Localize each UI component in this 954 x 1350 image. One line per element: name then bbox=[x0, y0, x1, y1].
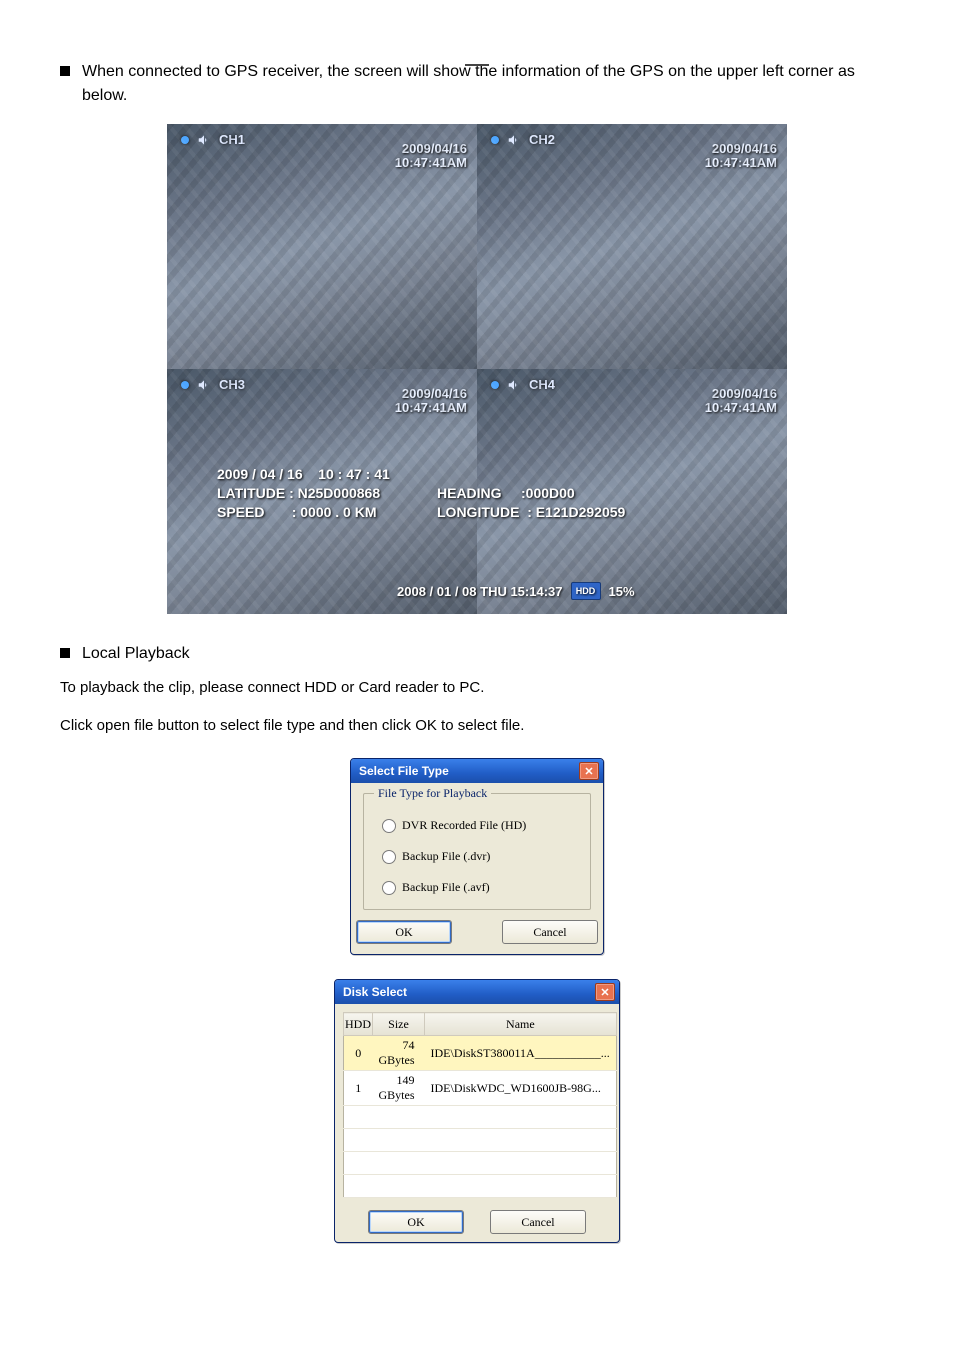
ch3-label: CH3 bbox=[181, 377, 245, 392]
speaker-icon bbox=[197, 133, 211, 147]
cell-name: IDE\DiskWDC_WD1600JB-98G... bbox=[425, 1071, 617, 1106]
ok-button[interactable]: OK bbox=[368, 1210, 464, 1234]
close-icon[interactable]: ✕ bbox=[595, 983, 615, 1001]
radio-dvr-recorded[interactable]: DVR Recorded File (HD) bbox=[382, 818, 580, 833]
disk-select-dialog: Disk Select ✕ HDD Size Name 0 74 GBytes … bbox=[334, 979, 620, 1243]
gps-overlay-right: HEADING :000D00 LONGITUDE : E121D292059 bbox=[437, 484, 625, 522]
bullet-square bbox=[60, 648, 70, 658]
table-row[interactable]: 0 74 GBytes IDE\DiskST380011A___________… bbox=[344, 1036, 617, 1071]
hdd-badge-icon: HDD bbox=[571, 582, 601, 600]
record-dot-icon bbox=[491, 136, 499, 144]
ch1-timestamp: 2009/04/16 10:47:41AM bbox=[395, 142, 467, 171]
ch4-label: CH4 bbox=[491, 377, 555, 392]
table-row[interactable]: 1 149 GBytes IDE\DiskWDC_WD1600JB-98G... bbox=[344, 1071, 617, 1106]
table-row[interactable] bbox=[344, 1106, 617, 1129]
file-type-fieldset: File Type for Playback DVR Recorded File… bbox=[363, 793, 591, 910]
page-divider bbox=[465, 64, 489, 66]
bullet-square bbox=[60, 66, 70, 76]
cell-size: 149 GBytes bbox=[373, 1071, 425, 1106]
ch1-name: CH1 bbox=[219, 132, 245, 147]
quad-view-screenshot: CH1 2009/04/16 10:47:41AM CH2 2009/04/16… bbox=[167, 124, 787, 614]
record-dot-icon bbox=[181, 136, 189, 144]
table-row[interactable] bbox=[344, 1175, 617, 1198]
camera-ch2: CH2 2009/04/16 10:47:41AM bbox=[477, 124, 787, 369]
ch2-timestamp: 2009/04/16 10:47:41AM bbox=[705, 142, 777, 171]
cell-hdd: 1 bbox=[344, 1071, 373, 1106]
camera-ch1: CH1 2009/04/16 10:47:41AM bbox=[167, 124, 477, 369]
status-percent: 15% bbox=[609, 584, 635, 599]
disk-table[interactable]: HDD Size Name 0 74 GBytes IDE\DiskST3800… bbox=[343, 1012, 617, 1198]
bullet-2-title: Local Playback bbox=[82, 642, 190, 666]
ch4-name: CH4 bbox=[529, 377, 555, 392]
col-hdd[interactable]: HDD bbox=[344, 1013, 373, 1036]
cancel-label: Cancel bbox=[533, 925, 566, 940]
ok-label: OK bbox=[407, 1215, 424, 1230]
cancel-button[interactable]: Cancel bbox=[490, 1210, 586, 1234]
table-row[interactable] bbox=[344, 1129, 617, 1152]
select-file-type-dialog: Select File Type ✕ File Type for Playbac… bbox=[350, 758, 604, 955]
gps-overlay-left: 2009 / 04 / 16 10 : 47 : 41 LATITUDE : N… bbox=[217, 465, 390, 522]
radio-backup-dvr[interactable]: Backup File (.dvr) bbox=[382, 849, 580, 864]
cancel-label: Cancel bbox=[521, 1215, 554, 1230]
ch3-timestamp: 2009/04/16 10:47:41AM bbox=[395, 387, 467, 416]
col-name[interactable]: Name bbox=[425, 1013, 617, 1036]
speaker-icon bbox=[197, 378, 211, 392]
ch4-timestamp: 2009/04/16 10:47:41AM bbox=[705, 387, 777, 416]
dialog1-title: Select File Type bbox=[359, 764, 449, 778]
col-size[interactable]: Size bbox=[373, 1013, 425, 1036]
radio1-label: DVR Recorded File (HD) bbox=[402, 818, 526, 833]
ok-label: OK bbox=[395, 925, 412, 940]
close-icon[interactable]: ✕ bbox=[579, 762, 599, 780]
ok-button[interactable]: OK bbox=[356, 920, 452, 944]
speaker-icon bbox=[507, 133, 521, 147]
record-dot-icon bbox=[491, 381, 499, 389]
cell-name: IDE\DiskST380011A___________... bbox=[425, 1036, 617, 1071]
cell-size: 74 GBytes bbox=[373, 1036, 425, 1071]
paragraph-1: To playback the clip, please connect HDD… bbox=[60, 676, 894, 700]
table-row[interactable] bbox=[344, 1152, 617, 1175]
radio-icon bbox=[382, 850, 396, 864]
ch2-name: CH2 bbox=[529, 132, 555, 147]
record-dot-icon bbox=[181, 381, 189, 389]
ch2-label: CH2 bbox=[491, 132, 555, 147]
radio-icon bbox=[382, 881, 396, 895]
cancel-button[interactable]: Cancel bbox=[502, 920, 598, 944]
radio3-label: Backup File (.avf) bbox=[402, 880, 490, 895]
radio2-label: Backup File (.dvr) bbox=[402, 849, 490, 864]
cell-hdd: 0 bbox=[344, 1036, 373, 1071]
speaker-icon bbox=[507, 378, 521, 392]
radio-icon bbox=[382, 819, 396, 833]
paragraph-2: Click open file button to select file ty… bbox=[60, 714, 894, 738]
fieldset-legend: File Type for Playback bbox=[374, 786, 491, 801]
dialog2-title: Disk Select bbox=[343, 985, 407, 999]
bullet-1-text: When connected to GPS receiver, the scre… bbox=[82, 60, 894, 108]
status-bar-overlay: 2008 / 01 / 08 THU 15:14:37 HDD 15% bbox=[397, 582, 635, 600]
ch1-label: CH1 bbox=[181, 132, 245, 147]
ch3-name: CH3 bbox=[219, 377, 245, 392]
status-datetime: 2008 / 01 / 08 THU 15:14:37 bbox=[397, 584, 563, 599]
radio-backup-avf[interactable]: Backup File (.avf) bbox=[382, 880, 580, 895]
